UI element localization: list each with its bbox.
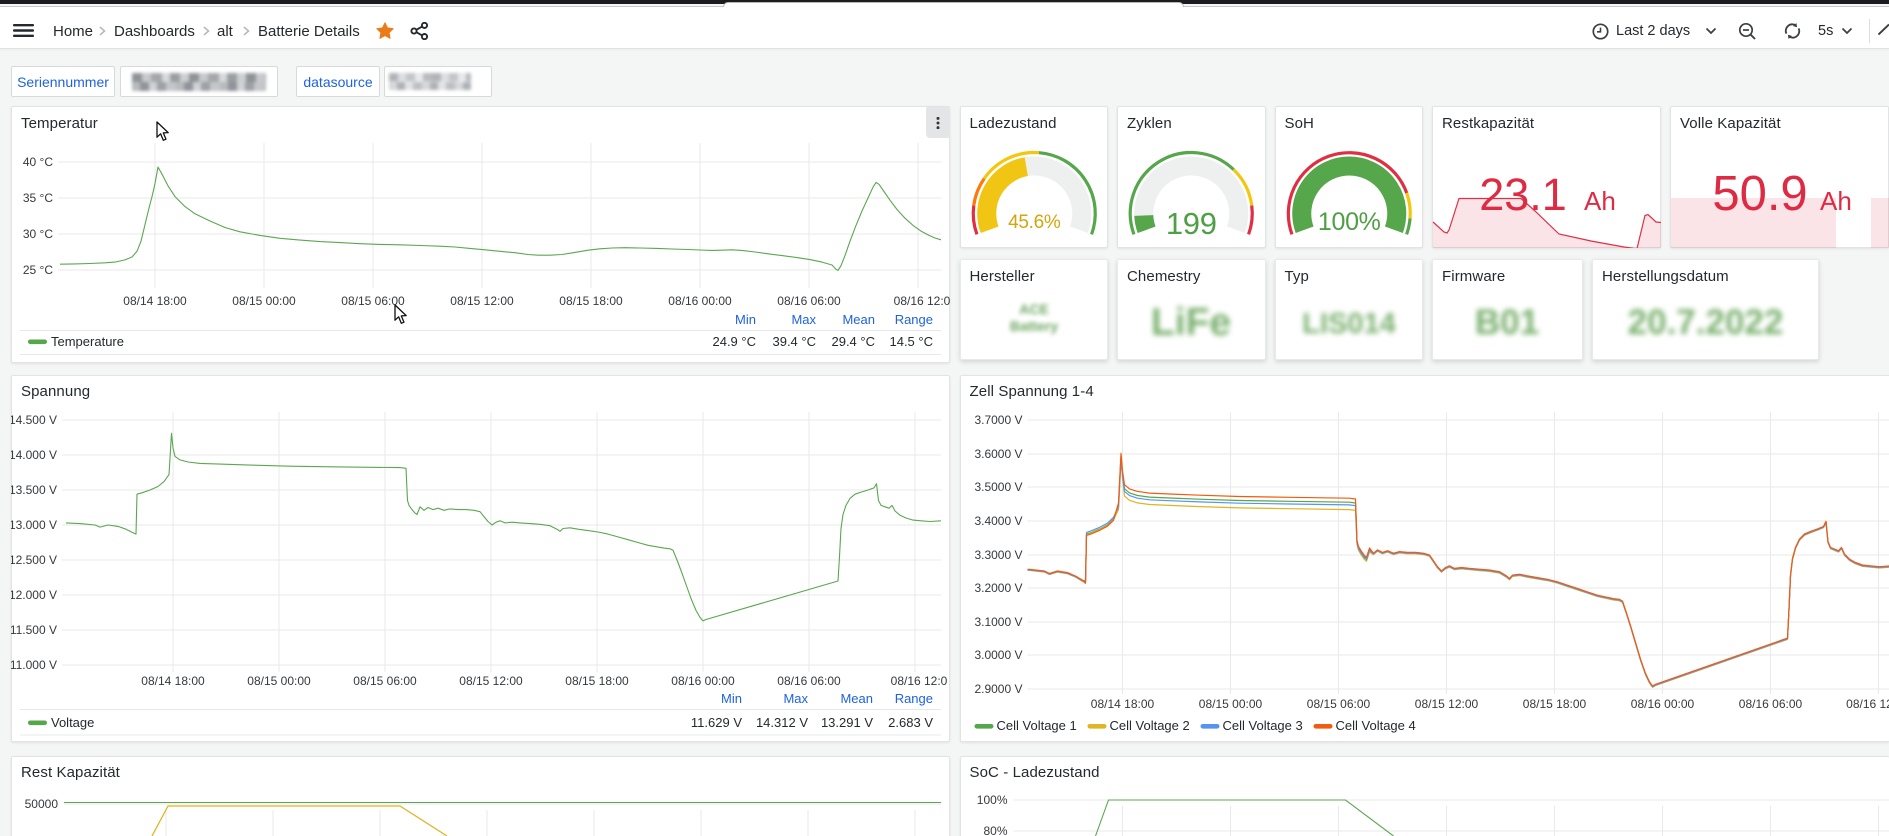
- svg-text:Voltage: Voltage: [51, 715, 94, 730]
- svg-text:08/15 12:00: 08/15 12:00: [450, 294, 514, 308]
- svg-text:13.291 V: 13.291 V: [821, 715, 873, 730]
- svg-text:12.500 V: 12.500 V: [11, 553, 57, 567]
- svg-text:08/15 00:00: 08/15 00:00: [232, 294, 296, 308]
- svg-text:35 °C: 35 °C: [23, 191, 53, 205]
- svg-text:08/15 12:00: 08/15 12:00: [459, 674, 523, 688]
- svg-text:Range: Range: [895, 691, 933, 706]
- svg-text:29.4 °C: 29.4 °C: [831, 334, 875, 349]
- svg-text:3.4000 V: 3.4000 V: [974, 514, 1022, 528]
- svg-text:Cell Voltage 1: Cell Voltage 1: [996, 718, 1076, 733]
- svg-text:13.000 V: 13.000 V: [11, 518, 57, 532]
- svg-text:08/15 18:00: 08/15 18:00: [1522, 697, 1586, 711]
- svg-text:08/16 00:00: 08/16 00:00: [1630, 697, 1694, 711]
- svg-text:08/15 00:00: 08/15 00:00: [1198, 697, 1262, 711]
- svg-text:08/16 06:00: 08/16 06:00: [1738, 697, 1802, 711]
- svg-text:3.6000 V: 3.6000 V: [974, 447, 1022, 461]
- svg-text:13.500 V: 13.500 V: [11, 483, 57, 497]
- svg-text:Mean: Mean: [840, 691, 873, 706]
- svg-text:08/16 06:00: 08/16 06:00: [777, 294, 841, 308]
- svg-text:39.4 °C: 39.4 °C: [772, 334, 816, 349]
- svg-text:08/16 06:00: 08/16 06:00: [777, 674, 841, 688]
- svg-text:Max: Max: [783, 691, 808, 706]
- svg-text:14.312 V: 14.312 V: [756, 715, 808, 730]
- svg-text:Range: Range: [895, 312, 933, 327]
- svg-text:Min: Min: [721, 691, 742, 706]
- svg-text:45.6%: 45.6%: [1008, 212, 1061, 233]
- svg-text:23.1: 23.1: [1479, 169, 1567, 220]
- svg-text:3.2000 V: 3.2000 V: [974, 581, 1022, 595]
- svg-text:80%: 80%: [983, 824, 1007, 836]
- svg-text:11.000 V: 11.000 V: [11, 658, 57, 672]
- svg-text:12.000 V: 12.000 V: [11, 588, 57, 602]
- svg-text:100%: 100%: [976, 793, 1007, 807]
- svg-text:3.7000 V: 3.7000 V: [974, 413, 1022, 427]
- svg-text:08/15 12:00: 08/15 12:00: [1414, 697, 1478, 711]
- svg-text:08/16 00:00: 08/16 00:00: [671, 674, 735, 688]
- svg-text:30 °C: 30 °C: [23, 227, 53, 241]
- svg-text:Temperature: Temperature: [51, 334, 124, 349]
- svg-text:08/16 12:0: 08/16 12:0: [891, 674, 948, 688]
- svg-text:08/15 06:00: 08/15 06:00: [1306, 697, 1370, 711]
- svg-text:08/15 18:00: 08/15 18:00: [559, 294, 623, 308]
- svg-text:Cell Voltage 3: Cell Voltage 3: [1222, 718, 1302, 733]
- svg-text:08/16 12:0: 08/16 12:0: [894, 294, 950, 308]
- svg-text:Mean: Mean: [842, 312, 875, 327]
- svg-text:2.683 V: 2.683 V: [888, 715, 933, 730]
- svg-text:11.500 V: 11.500 V: [11, 623, 57, 637]
- svg-text:Min: Min: [735, 312, 756, 327]
- svg-text:Cell Voltage 4: Cell Voltage 4: [1335, 718, 1415, 733]
- svg-text:08/16 12:0: 08/16 12:0: [1846, 697, 1889, 711]
- svg-text:14.000 V: 14.000 V: [11, 448, 57, 462]
- svg-text:2.9000 V: 2.9000 V: [974, 682, 1022, 696]
- svg-text:50000: 50000: [25, 797, 59, 811]
- svg-text:199: 199: [1166, 206, 1217, 241]
- svg-text:08/16 00:00: 08/16 00:00: [668, 294, 732, 308]
- svg-text:Ah: Ah: [1584, 186, 1616, 216]
- svg-text:14.500 V: 14.500 V: [11, 413, 57, 427]
- svg-text:3.1000 V: 3.1000 V: [974, 615, 1022, 629]
- svg-text:08/14 18:00: 08/14 18:00: [141, 674, 205, 688]
- svg-text:08/15 00:00: 08/15 00:00: [247, 674, 311, 688]
- svg-text:11.629 V: 11.629 V: [691, 715, 742, 730]
- svg-text:Max: Max: [791, 312, 816, 327]
- svg-text:08/14 18:00: 08/14 18:00: [1090, 697, 1154, 711]
- svg-text:08/15 06:00: 08/15 06:00: [353, 674, 417, 688]
- svg-text:40 °C: 40 °C: [23, 155, 53, 169]
- svg-text:14.5 °C: 14.5 °C: [889, 334, 933, 349]
- svg-text:100%: 100%: [1317, 208, 1380, 236]
- svg-text:Ah: Ah: [1820, 186, 1852, 216]
- svg-text:24.9 °C: 24.9 °C: [712, 334, 756, 349]
- svg-text:50.9: 50.9: [1712, 167, 1807, 221]
- svg-text:3.5000 V: 3.5000 V: [974, 480, 1022, 494]
- svg-text:08/15 18:00: 08/15 18:00: [565, 674, 629, 688]
- svg-text:3.3000 V: 3.3000 V: [974, 548, 1022, 562]
- svg-text:3.0000 V: 3.0000 V: [974, 648, 1022, 662]
- svg-text:25 °C: 25 °C: [23, 263, 53, 277]
- svg-text:Cell Voltage 2: Cell Voltage 2: [1109, 718, 1189, 733]
- svg-text:08/14 18:00: 08/14 18:00: [123, 294, 187, 308]
